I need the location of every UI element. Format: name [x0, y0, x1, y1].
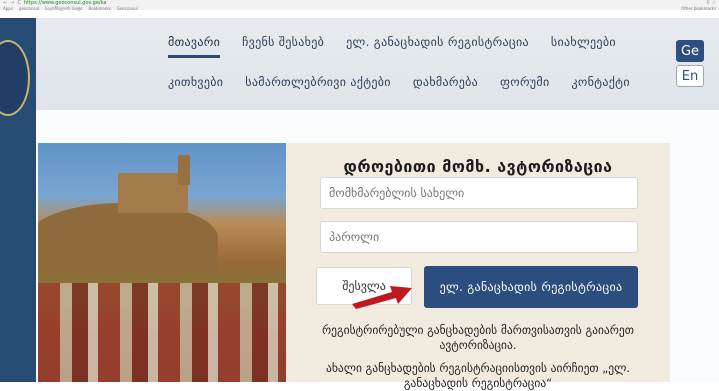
menu-item-legal-acts[interactable]: სამართლებრივი აქტები — [245, 75, 391, 89]
tbilisi-photo — [38, 143, 286, 382]
menu-item-forum[interactable]: ფორუმი — [500, 75, 549, 89]
username-input[interactable] — [320, 177, 638, 209]
password-input[interactable] — [320, 221, 638, 253]
red-arrow-icon — [352, 286, 412, 309]
registration-note: ახალი განცხადების რეგისტრაციისთვის აირჩი… — [326, 361, 630, 390]
login-panel: დროებითი მომხ. ავტორიზაცია შესვლა ელ. გა… — [286, 143, 670, 390]
bookmarks-bar: Apps geoconsul საკონსულოს საიტი Bookmark… — [0, 6, 719, 11]
other-bookmarks[interactable]: Other bookmarks — [681, 6, 716, 11]
bookmark-geoconsul[interactable]: geoconsul — [19, 6, 39, 11]
menu-item-about[interactable]: ჩვენს შესახებ — [242, 35, 324, 49]
menu-item-e-registration[interactable]: ელ. განაცხადის რეგისტრაცია — [346, 35, 529, 49]
menu-item-home[interactable]: მთავარი — [168, 35, 221, 58]
lang-en-button[interactable]: En — [676, 65, 704, 87]
bookmark-2[interactable]: საკონსულოს საიტი — [45, 6, 82, 11]
e-registration-button[interactable]: ელ. განაცხადის რეგისტრაცია — [424, 266, 638, 308]
menu-item-help[interactable]: დახმარება — [413, 75, 478, 89]
login-title: დროებითი მომხ. ავტორიზაცია — [343, 157, 613, 176]
main-menu: მთავარი ჩვენს შესახებ ელ. განაცხადის რეგ… — [160, 22, 630, 102]
auth-note: რეგისტრირებული განცხადების მართვისათვის … — [322, 323, 634, 352]
bookmark-3[interactable]: Bookmarks — [88, 6, 110, 11]
bookmark-apps[interactable]: Apps — [3, 6, 13, 11]
browser-chrome: ← → C https://www.geoconsul.gov.ge/ka Ap… — [0, 0, 719, 11]
menu-item-contact[interactable]: კონტაქტი — [571, 75, 629, 89]
bookmark-4[interactable]: Geoconsul — [117, 6, 138, 11]
menu-item-news[interactable]: სიახლეები — [551, 35, 616, 49]
lang-ge-button[interactable]: Ge — [676, 40, 704, 62]
menu-item-questions[interactable]: კითხვები — [168, 75, 223, 89]
